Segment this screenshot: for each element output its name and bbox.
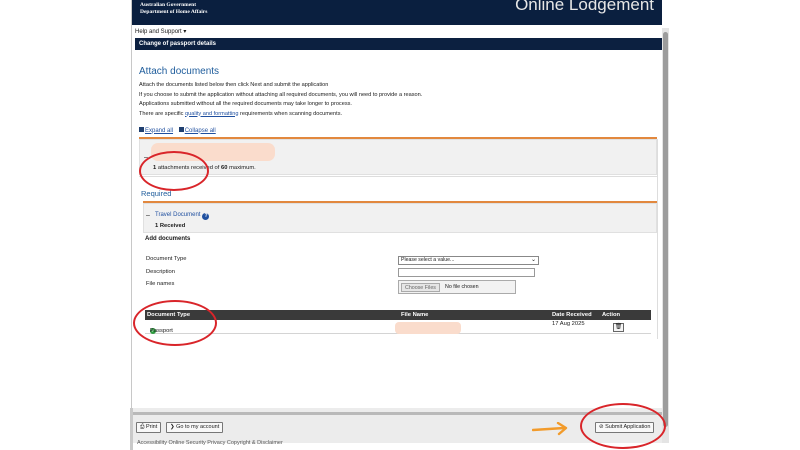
gov-line-1: Australian Government [140, 2, 197, 8]
help-support-menu[interactable]: Help and Support ▾ [135, 28, 186, 35]
page-title: Change of passport details [135, 38, 663, 50]
add-documents-heading: Add documents [145, 236, 191, 242]
print-button[interactable]: ⎙ Print [136, 422, 162, 433]
no-file-chosen-text: No file chosen [445, 284, 479, 290]
vertical-scrollbar[interactable] [662, 28, 669, 443]
file-names-label: File names [146, 281, 175, 287]
expand-collapse-controls: Expand all Collapse all [139, 127, 220, 134]
government-logo-text: Australian Government Department of Home… [140, 2, 207, 16]
scrollbar-thumb[interactable] [663, 32, 668, 427]
attachment-count-end: maximum. [227, 165, 256, 171]
travel-document-title: Travel Document? [155, 212, 210, 220]
help-icon[interactable]: ? [202, 213, 210, 220]
go-to-account-label: Go to my account [176, 424, 220, 430]
gov-line-2: Department of Home Affairs [140, 9, 208, 15]
instruction-line-2: If you choose to submit the application … [139, 91, 423, 98]
quality-formatting-link[interactable]: quality and formatting [185, 111, 238, 117]
travel-document-name: Travel Document [155, 212, 201, 218]
panel-divider [139, 176, 657, 177]
site-title: Online Lodgement [515, 0, 654, 14]
print-button-label: Print [145, 424, 158, 430]
chevron-down-icon: ⌄ [530, 257, 536, 263]
collapse-all-link[interactable]: Collapse all [185, 128, 216, 134]
annotation-circle-attachments [139, 151, 209, 191]
page-edge [130, 408, 133, 450]
instruction-line-1: Attach the documents listed below then c… [139, 82, 329, 88]
document-type-select[interactable]: Please select a value... ⌄ [398, 256, 539, 265]
document-type-label: Document Type [146, 256, 187, 262]
collapse-icon [178, 127, 184, 132]
printer-icon: ⎙ [140, 424, 145, 430]
row-date-received: 17 Aug 2025 [552, 321, 585, 327]
header-date-received: Date Received [552, 312, 592, 318]
travel-document-group: – Travel Document? 1 Received [143, 203, 657, 233]
travel-document-received: 1 Received [155, 223, 186, 229]
chevron-right-icon: ❯ [170, 424, 175, 430]
annotation-circle-submit [580, 403, 666, 449]
delete-icon[interactable]: 🗑 [613, 323, 624, 332]
footer-links[interactable]: Accessibility Online Security Privacy Co… [137, 440, 283, 446]
document-type-select-value: Please select a value... [401, 257, 455, 263]
travel-doc-collapse-icon[interactable]: – [146, 212, 150, 219]
expand-all-link[interactable]: Expand all [145, 128, 173, 134]
go-to-account-button[interactable]: ❯ Go to my account [166, 422, 224, 433]
header-file-name: File Name [401, 312, 429, 318]
redacted-file-name [395, 322, 461, 334]
instruction-line-4-post: requirements when scanning documents. [238, 110, 343, 117]
instruction-line-4: There are specific quality and formattin… [139, 110, 422, 120]
browser-viewport: Australian Government Department of Home… [131, 0, 666, 450]
expand-icon [139, 127, 144, 132]
description-input[interactable] [398, 268, 535, 277]
header-action: Action [602, 312, 621, 318]
instruction-line-3: Applications submitted without all the r… [139, 101, 352, 107]
instructions: Attach the documents listed below then c… [139, 81, 422, 119]
table-header: Document Type File Name Date Received Ac… [145, 310, 651, 320]
file-input[interactable]: Choose Files No file chosen [398, 280, 516, 294]
annotation-arrow-icon [532, 422, 568, 436]
instruction-line-4-pre: There are specific [139, 110, 186, 117]
choose-files-button[interactable]: Choose Files [401, 283, 440, 292]
site-banner: Australian Government Department of Home… [132, 0, 662, 25]
description-label: Description [146, 269, 175, 275]
panel-border [657, 139, 658, 339]
annotation-circle-document-type [133, 300, 217, 346]
attach-documents-heading: Attach documents [139, 66, 220, 77]
